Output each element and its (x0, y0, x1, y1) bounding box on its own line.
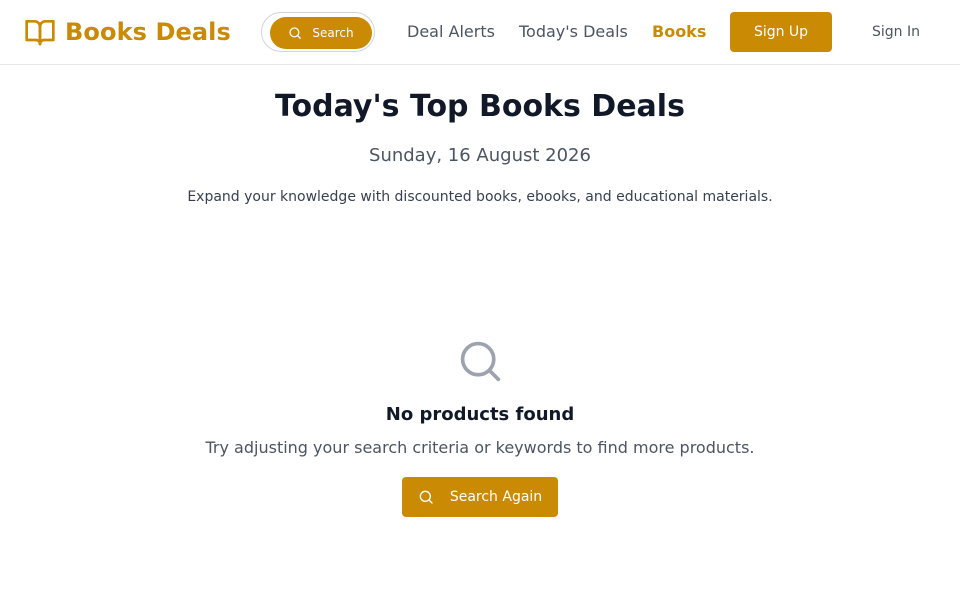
search-button[interactable]: Search (270, 17, 372, 49)
search-icon (419, 490, 433, 504)
sign-up-button[interactable]: Sign Up (730, 12, 832, 52)
search-again-label: Search Again (449, 489, 543, 505)
nav-books[interactable]: Books (652, 20, 706, 44)
header-search: Search (261, 12, 375, 52)
search-button-label: Search (312, 26, 354, 40)
brand-name: Books Deals (65, 18, 231, 46)
nav-todays-deals[interactable]: Today's Deals (519, 20, 628, 44)
page-description: Expand your knowledge with discounted bo… (187, 189, 773, 205)
search-icon (460, 341, 501, 382)
nav-deal-alerts[interactable]: Deal Alerts (407, 20, 495, 44)
open-book-icon (25, 20, 55, 46)
search-again-button[interactable]: Search Again (402, 477, 558, 517)
empty-state-title: No products found (385, 404, 575, 425)
page-date: Sunday, 16 August 2026 (369, 145, 591, 166)
sign-in-link[interactable]: Sign In (872, 22, 920, 42)
site-header: Books Deals Search Deal Alerts Today's D… (0, 0, 960, 65)
empty-state-message: Try adjusting your search criteria or ke… (205, 438, 755, 457)
search-icon (289, 27, 302, 39)
page-title: Today's Top Books Deals (275, 89, 685, 124)
brand-logo[interactable]: Books Deals (24, 16, 231, 48)
